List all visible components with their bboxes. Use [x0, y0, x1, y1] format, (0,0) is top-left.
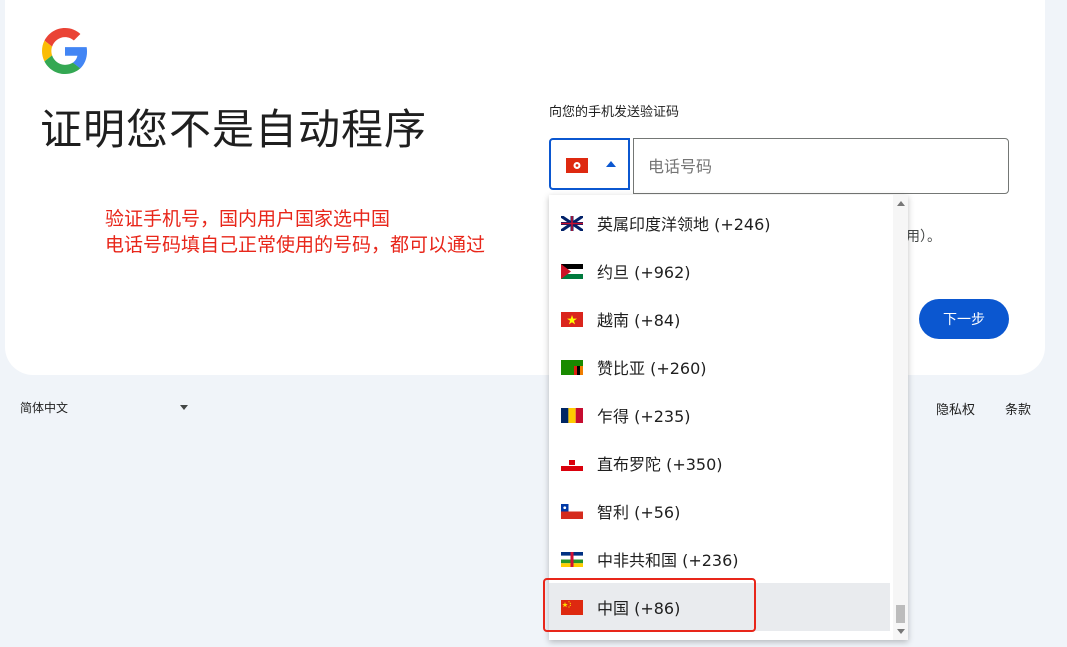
country-option-chile[interactable]: 智利 (+56) — [549, 487, 890, 535]
chad-flag-icon — [561, 407, 583, 423]
country-option-vietnam[interactable]: 越南 (+84) — [549, 295, 890, 343]
google-logo-icon — [42, 28, 88, 74]
british-indian-ocean-territory-flag-icon — [561, 215, 583, 231]
helper-text: 用）。 — [906, 229, 941, 245]
country-option-label: 英属印度洋领地 (+246) — [597, 215, 771, 234]
caret-down-icon[interactable] — [180, 405, 188, 410]
country-option-label: 约旦 (+962) — [597, 263, 691, 282]
phone-prompt-label: 向您的手机发送验证码 — [549, 105, 680, 120]
hong-kong-flag-icon — [566, 158, 588, 173]
caret-up-icon — [606, 161, 616, 167]
annotation-line-1: 验证手机号，国内用户国家选中国 — [105, 208, 391, 230]
chile-flag-icon — [561, 503, 583, 519]
country-option-chad[interactable]: 乍得 (+235) — [549, 391, 890, 439]
annotation-line-2: 电话号码填自己正常使用的号码，都可以通过 — [105, 234, 486, 256]
country-option-central-african-republic[interactable]: 中非共和国 (+236) — [549, 535, 890, 583]
central-african-republic-flag-icon — [561, 551, 583, 567]
next-button[interactable]: 下一步 — [919, 299, 1009, 339]
phone-number-input[interactable] — [633, 138, 1009, 194]
country-option-gibraltar[interactable]: 直布罗陀 (+350) — [549, 439, 890, 487]
terms-link[interactable]: 条款 — [1005, 399, 1031, 418]
country-option-label: 直布罗陀 (+350) — [597, 455, 723, 474]
country-option-label: 中非共和国 (+236) — [597, 551, 739, 570]
country-option-label: 智利 (+56) — [597, 503, 681, 522]
country-option-label: 乍得 (+235) — [597, 407, 691, 426]
annotation-highlight-box — [543, 578, 756, 632]
vietnam-flag-icon — [561, 311, 583, 327]
zambia-flag-icon — [561, 359, 583, 375]
annotation-note: 验证手机号，国内用户国家选中国 电话号码填自己正常使用的号码，都可以通过 — [105, 206, 485, 258]
scroll-down-arrow-icon[interactable] — [897, 629, 905, 634]
country-option-zambia[interactable]: 赞比亚 (+260) — [549, 343, 890, 391]
privacy-link[interactable]: 隐私权 — [936, 399, 975, 418]
gibraltar-flag-icon — [561, 455, 583, 471]
country-option-jordan[interactable]: 约旦 (+962) — [549, 247, 890, 295]
country-dropdown-list[interactable]: 英属印度洋领地 (+246) 约旦 (+962) 越南 (+84) 赞比亚 (+… — [549, 195, 908, 640]
country-option-label: 越南 (+84) — [597, 311, 681, 330]
scroll-up-arrow-icon[interactable] — [897, 201, 905, 206]
country-option-label: 赞比亚 (+260) — [597, 359, 707, 378]
country-option-british-indian-ocean-territory[interactable]: 英属印度洋领地 (+246) — [549, 199, 890, 247]
scrollbar-thumb[interactable] — [896, 605, 905, 623]
jordan-flag-icon — [561, 263, 583, 279]
language-select[interactable]: 简体中文 — [20, 399, 68, 416]
dropdown-scrollbar[interactable] — [893, 195, 908, 640]
page-title: 证明您不是自动程序 — [40, 105, 428, 154]
country-code-select[interactable] — [549, 138, 630, 190]
